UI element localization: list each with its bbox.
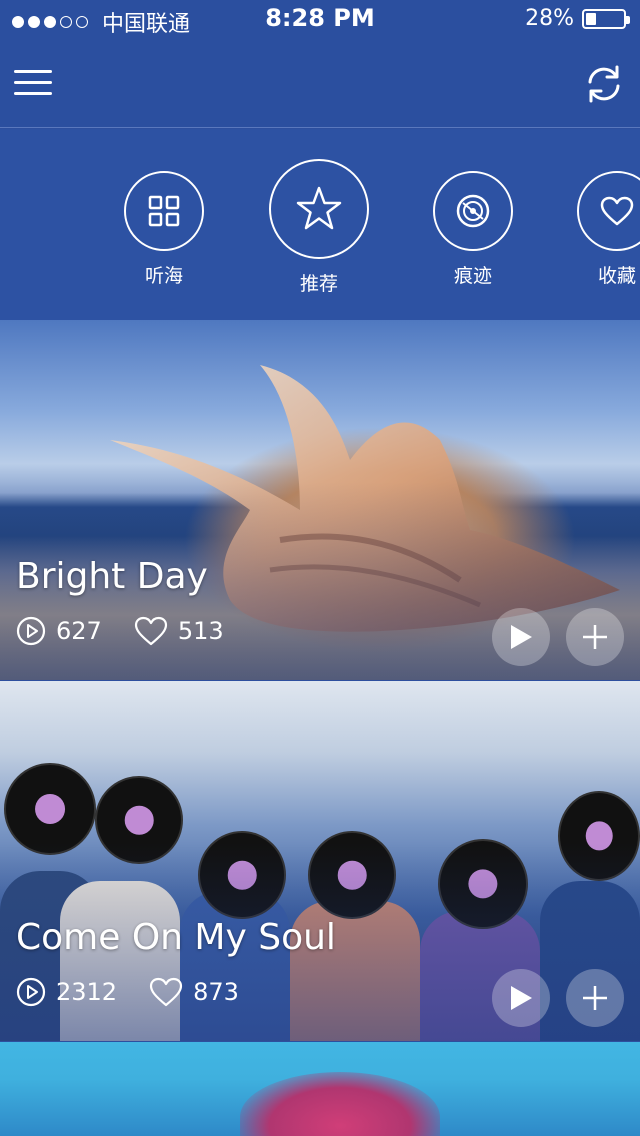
play-icon xyxy=(511,986,532,1010)
play-count: 2312 xyxy=(16,977,117,1007)
tab-label: 听海 xyxy=(144,265,183,287)
battery-fill xyxy=(586,12,596,25)
card-image xyxy=(240,1072,440,1136)
heart-outline-icon xyxy=(134,616,167,646)
battery-status: 28% xyxy=(525,6,630,31)
song-card[interactable] xyxy=(0,1042,640,1136)
song-title: Bright Day xyxy=(16,556,208,597)
status-bar: 中国联通 8:28 PM 28% xyxy=(0,0,640,40)
play-count-value: 2312 xyxy=(56,978,118,1006)
heart-icon xyxy=(577,171,640,251)
like-count: 513 xyxy=(134,616,224,646)
play-button[interactable] xyxy=(492,608,550,666)
battery-percent: 28% xyxy=(525,6,574,31)
add-button[interactable] xyxy=(566,608,624,666)
play-circle-icon xyxy=(16,616,46,646)
add-button[interactable] xyxy=(566,969,624,1027)
refresh-icon[interactable] xyxy=(582,62,626,106)
song-title: Come On My Soul xyxy=(16,917,336,958)
play-count: 627 xyxy=(16,616,102,646)
vinyl-icon xyxy=(433,171,513,251)
plus-icon xyxy=(583,625,607,649)
heart-outline-icon xyxy=(149,977,183,1007)
song-card[interactable]: Come On My Soul 2312 873 xyxy=(0,681,640,1041)
top-nav-bar xyxy=(0,40,640,128)
play-icon xyxy=(511,625,532,649)
play-count-value: 627 xyxy=(56,617,102,645)
like-count-value: 513 xyxy=(177,617,224,645)
star-icon xyxy=(269,159,369,259)
song-stats: 2312 873 xyxy=(16,977,271,1007)
plus-icon xyxy=(583,986,607,1010)
tab-listen-sea[interactable]: 听海 xyxy=(124,171,204,288)
like-count-value: 873 xyxy=(193,978,239,1006)
battery-icon xyxy=(582,8,630,29)
play-circle-icon xyxy=(16,977,46,1007)
play-button[interactable] xyxy=(492,969,550,1027)
battery-tip xyxy=(626,15,630,24)
tab-traces[interactable]: 痕迹 xyxy=(433,171,513,288)
song-card[interactable]: Bright Day 627 513 xyxy=(0,320,640,680)
tab-label: 痕迹 xyxy=(453,265,492,287)
hamburger-icon[interactable] xyxy=(14,66,52,100)
category-tabs: 听海 推荐 痕迹 收藏 xyxy=(0,129,640,320)
tab-favorites[interactable]: 收藏 xyxy=(577,171,640,288)
grid-icon xyxy=(124,171,204,251)
like-count: 873 xyxy=(149,977,239,1007)
tab-label: 收藏 xyxy=(597,265,636,287)
song-stats: 627 513 xyxy=(16,616,256,646)
tab-label: 推荐 xyxy=(299,273,338,295)
tab-recommend[interactable]: 推荐 xyxy=(269,159,369,296)
